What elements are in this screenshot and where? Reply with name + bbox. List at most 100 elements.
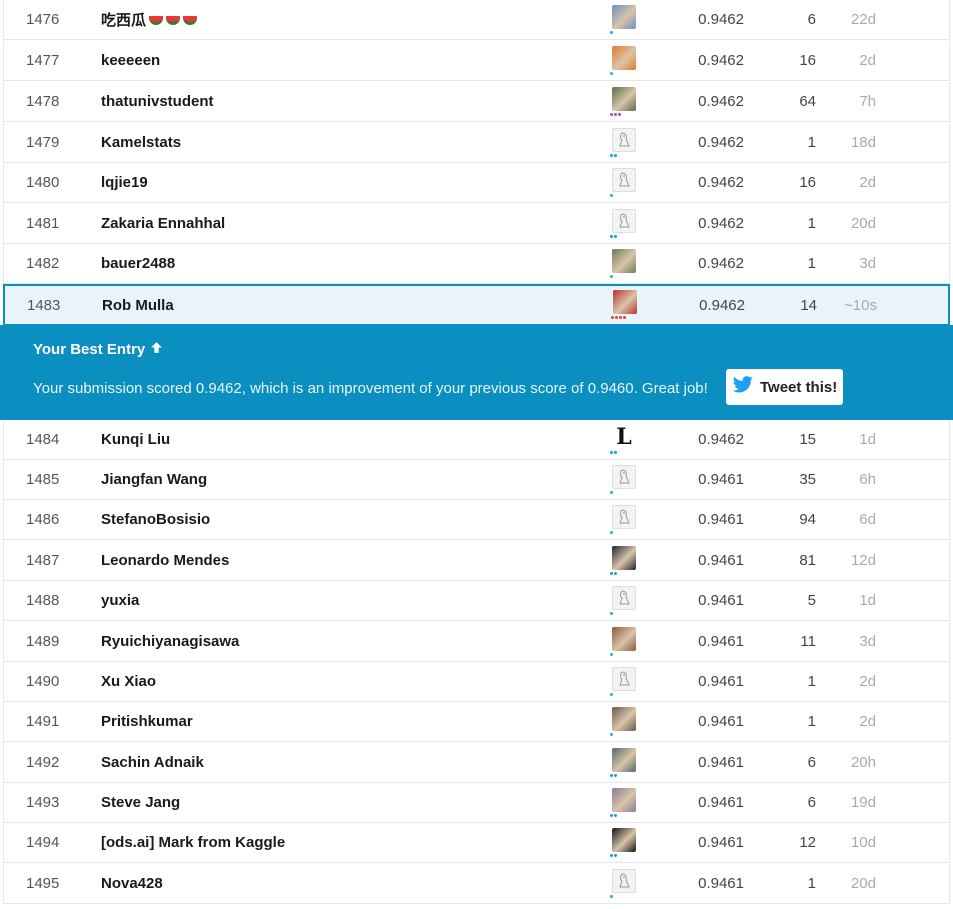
team-name-link[interactable]: keeeeen [101,41,581,80]
team-name-link[interactable]: Kamelstats [101,123,581,162]
leaderboard-row[interactable]: 1478 thatunivstudent 0.9462 64 7h [3,82,950,122]
team-name-link[interactable]: Sachin Adnaik [101,743,581,782]
entries-cell: 12 [799,834,816,851]
tier-dot [623,316,626,319]
member-avatar[interactable] [610,0,638,39]
member-avatar[interactable] [610,244,638,283]
leaderboard-row[interactable]: 1495 Nova428 0.9461 1 20d [3,864,950,904]
team-name-link[interactable]: Jiangfan Wang [101,460,581,499]
member-avatar[interactable] [610,823,638,862]
team-name: Kunqi Liu [101,431,171,448]
team-name-link[interactable]: Nova428 [101,864,581,903]
tier-dot [611,316,614,319]
leaderboard-row[interactable]: 1490 Xu Xiao 0.9461 1 2d [3,662,950,702]
member-avatar[interactable] [610,460,638,499]
leaderboard-row[interactable]: 1480 lqjie19 0.9462 16 2d [3,163,950,203]
leaderboard-row[interactable]: 1476 吃西瓜 0.9462 6 22d [3,0,950,40]
leaderboard-row[interactable]: 1494 [ods.ai] Mark from Kaggle 0.9461 12 10d [3,823,950,863]
last-submission-cell: 6d [859,511,876,528]
team-name-link[interactable]: Pritishkumar [101,702,581,741]
score-cell: 0.9461 [698,754,744,771]
leaderboard-row[interactable]: 1485 Jiangfan Wang 0.9461 35 6h [3,460,950,500]
leaderboard-row[interactable]: 1479 Kamelstats 0.9462 1 18d [3,123,950,163]
leaderboard-row[interactable]: 1484 Kunqi Liu L 0.9462 15 1d [3,420,950,460]
leaderboard-row[interactable]: 1477 keeeeen 0.9462 16 2d [3,41,950,81]
member-avatar[interactable] [611,286,639,324]
tier-dot [610,112,613,116]
leaderboard-row[interactable]: 1489 Ryuichiyanagisawa 0.9461 11 3d [3,622,950,662]
tier-dot [610,234,613,238]
score-cell: 0.9462 [698,11,744,28]
entries-cell: 6 [807,794,816,811]
leaderboard-row[interactable]: 1488 yuxia 0.9461 5 1d [3,581,950,621]
default-avatar-icon [612,868,636,893]
avatar [613,290,637,314]
member-avatar[interactable] [610,581,638,620]
score-cell: 0.9461 [698,794,744,811]
team-name-link[interactable]: [ods.ai] Mark from Kaggle [101,823,581,862]
score-cell: 0.9461 [698,713,744,730]
team-name: Jiangfan Wang [101,471,208,488]
tweet-button[interactable]: Tweet this! [726,369,843,405]
rank-cell: 1493 [26,794,60,811]
member-avatar[interactable] [610,864,638,903]
rank-cell: 1484 [26,431,60,448]
last-submission-cell: 3d [859,255,876,272]
team-name-link[interactable]: Ryuichiyanagisawa [101,622,581,661]
avatar [612,4,636,29]
default-avatar-icon [612,504,636,529]
leaderboard-row[interactable]: 1486 StefanoBosisio 0.9461 94 6d [3,500,950,540]
leaderboard-row[interactable]: 1481 Zakaria Ennahhal 0.9462 1 20d [3,204,950,244]
tier-dot [614,813,617,817]
member-avatar[interactable]: L [610,420,638,459]
score-cell: 0.9462 [698,52,744,69]
team-name-link[interactable]: StefanoBosisio [101,500,581,539]
member-avatar[interactable] [610,204,638,243]
tier-dot [614,773,617,777]
team-name-link[interactable]: 吃西瓜 [101,0,581,39]
team-name: Rob Mulla [102,296,174,314]
team-name-link[interactable]: thatunivstudent [101,82,581,121]
leaderboard-row[interactable]: 1487 Leonardo Mendes 0.9461 81 12d [3,541,950,581]
entries-cell: 1 [807,875,816,892]
member-avatar[interactable] [610,622,638,661]
leaderboard-row[interactable]: 1491 Pritishkumar 0.9461 1 2d [3,702,950,742]
team-name-link[interactable]: Leonardo Mendes [101,541,581,580]
member-avatar[interactable] [610,163,638,202]
team-name-link[interactable]: Xu Xiao [101,662,581,701]
member-avatar[interactable] [610,123,638,162]
team-name-link[interactable]: Rob Mulla [102,286,582,324]
tier-dot [610,490,613,494]
entries-cell: 64 [799,93,816,110]
score-cell: 0.9461 [698,834,744,851]
tier-dot [610,853,613,857]
leaderboard-row[interactable]: 1493 Steve Jang 0.9461 6 19d [3,783,950,823]
team-name-link[interactable]: Zakaria Ennahhal [101,204,581,243]
member-avatar[interactable] [610,500,638,539]
member-avatar[interactable] [610,41,638,80]
tier-dot [614,450,617,454]
tier-dot [610,193,613,197]
member-avatar[interactable] [610,783,638,822]
team-name: thatunivstudent [101,93,214,110]
banner-title: Your Best Entry [33,341,163,358]
leaderboard-row[interactable]: 1483 Rob Mulla 0.9462 14 ~10s [3,284,950,326]
member-avatar[interactable] [610,82,638,121]
member-avatar[interactable] [610,743,638,782]
team-name-link[interactable]: yuxia [101,581,581,620]
tier-dots [610,30,613,35]
team-name: Steve Jang [101,794,181,811]
member-avatar[interactable] [610,702,638,741]
rank-cell: 1479 [26,134,60,151]
team-name-link[interactable]: lqjie19 [101,163,581,202]
member-avatar[interactable] [610,541,638,580]
member-avatar[interactable] [610,662,638,701]
team-name-link[interactable]: bauer2488 [101,244,581,283]
rank-cell: 1489 [26,633,60,650]
team-name-link[interactable]: Kunqi Liu [101,420,581,459]
leaderboard-row[interactable]: 1492 Sachin Adnaik 0.9461 6 20h [3,743,950,783]
watermelon-icon [149,16,164,25]
team-name-link[interactable]: Steve Jang [101,783,581,822]
entries-cell: 94 [799,511,816,528]
leaderboard-row[interactable]: 1482 bauer2488 0.9462 1 3d [3,244,950,284]
